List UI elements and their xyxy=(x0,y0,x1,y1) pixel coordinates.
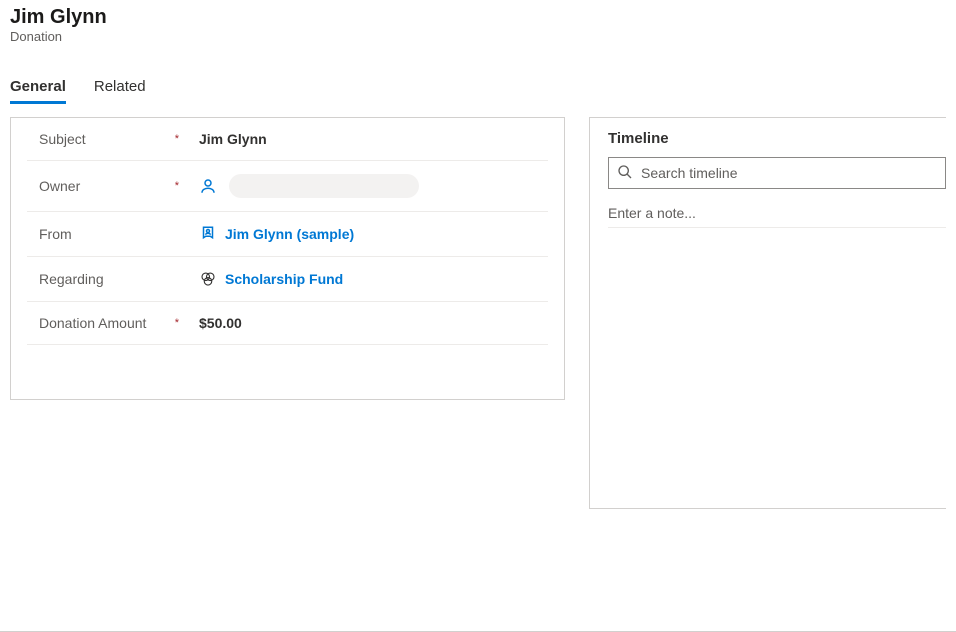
label-regarding: Regarding xyxy=(39,271,189,287)
link-regarding[interactable]: Scholarship Fund xyxy=(225,271,343,287)
tab-general[interactable]: General xyxy=(10,72,66,104)
owner-pill[interactable] xyxy=(229,174,419,198)
field-row-from[interactable]: From Jim Glynn (sample) xyxy=(27,212,548,257)
required-mark: * xyxy=(175,133,179,145)
tab-bar: General Related xyxy=(0,72,956,105)
required-mark: * xyxy=(175,317,179,329)
timeline-title: Timeline xyxy=(590,118,946,153)
search-icon xyxy=(617,164,641,183)
regarding-icon xyxy=(199,270,217,288)
person-icon xyxy=(199,177,217,195)
link-from[interactable]: Jim Glynn (sample) xyxy=(225,226,354,242)
field-row-owner[interactable]: Owner * xyxy=(27,161,548,212)
label-subject: Subject * xyxy=(39,131,189,147)
timeline-note-entry[interactable]: Enter a note... xyxy=(608,199,946,228)
value-regarding[interactable]: Scholarship Fund xyxy=(189,270,536,288)
timeline-search[interactable] xyxy=(608,157,946,189)
general-form-card: Subject * Jim Glynn Owner * xyxy=(10,117,565,400)
value-subject[interactable]: Jim Glynn xyxy=(189,131,536,147)
label-from: From xyxy=(39,226,189,242)
field-row-donation-amount[interactable]: Donation Amount * $50.00 xyxy=(27,302,548,345)
entity-type-label: Donation xyxy=(10,29,946,44)
page-title: Jim Glynn xyxy=(10,6,946,29)
field-row-subject[interactable]: Subject * Jim Glynn xyxy=(27,118,548,161)
contact-icon xyxy=(199,225,217,243)
field-row-regarding[interactable]: Regarding Scholarship Fund xyxy=(27,257,548,302)
timeline-card: Timeline Enter a note... xyxy=(589,117,946,509)
value-donation-amount[interactable]: $50.00 xyxy=(189,315,536,331)
value-owner[interactable] xyxy=(189,174,536,198)
value-from[interactable]: Jim Glynn (sample) xyxy=(189,225,536,243)
required-mark: * xyxy=(175,180,179,192)
timeline-search-input[interactable] xyxy=(641,165,937,181)
label-donation-amount: Donation Amount * xyxy=(39,315,189,331)
tab-related[interactable]: Related xyxy=(94,72,146,104)
label-owner: Owner * xyxy=(39,178,189,194)
